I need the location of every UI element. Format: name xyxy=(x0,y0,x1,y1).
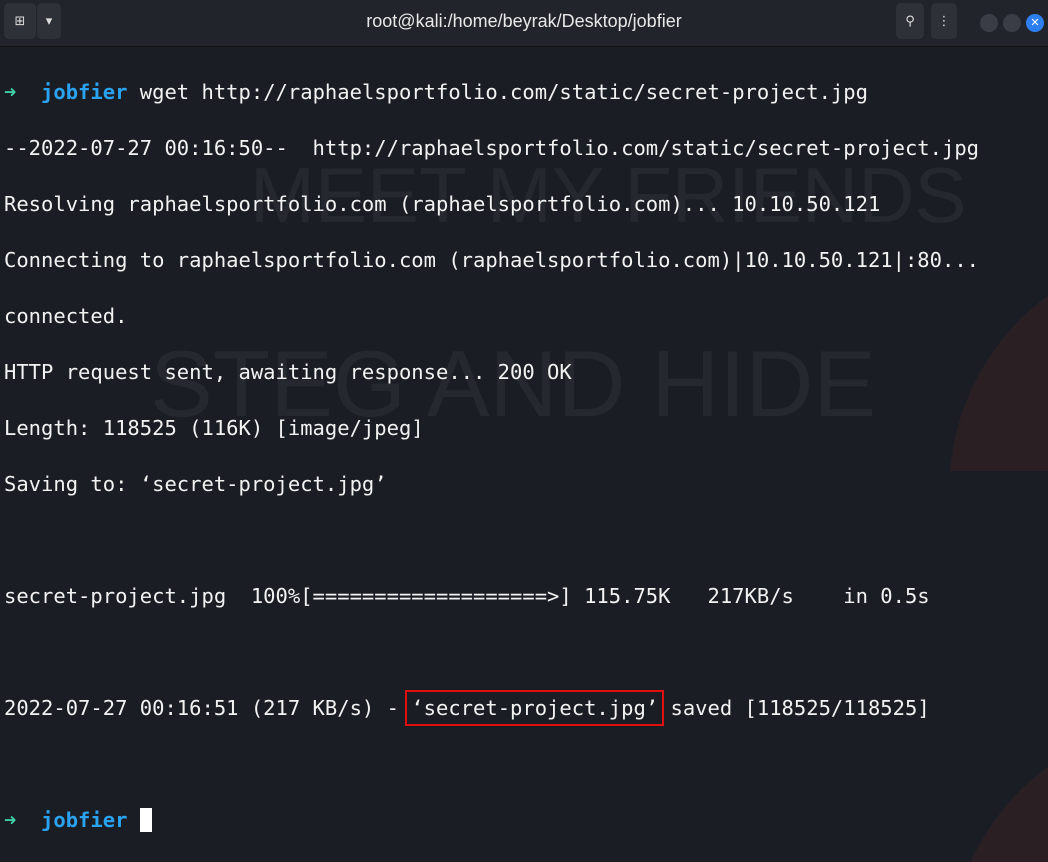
prompt-line: ➜ jobfier xyxy=(4,806,1044,834)
text-cursor xyxy=(139,808,152,832)
maximize-button[interactable] xyxy=(1003,14,1021,32)
kebab-menu-icon: ⋮ xyxy=(937,13,951,29)
output-line: connected. xyxy=(4,304,128,328)
menu-button[interactable]: ⋮ xyxy=(931,3,957,39)
prompt-dir: jobfier xyxy=(41,80,128,104)
close-button[interactable]: ✕ xyxy=(1026,14,1044,32)
saved-line: 2022-07-27 00:16:51 (217 KB/s) - ‘secret… xyxy=(4,690,1044,726)
output-line: HTTP request sent, awaiting response... … xyxy=(4,360,572,384)
progress-line: secret-project.jpg 100%[================… xyxy=(4,584,930,608)
output-line: Connecting to raphaelsportfolio.com (rap… xyxy=(4,248,980,272)
saved-prefix: 2022-07-27 00:16:51 (217 KB/s) - xyxy=(4,696,412,720)
prompt-dir: jobfier xyxy=(41,808,128,832)
saved-suffix: saved [118525/118525] xyxy=(658,696,930,720)
output-line: Resolving raphaelsportfolio.com (raphael… xyxy=(4,192,881,216)
terminal-output[interactable]: ➜ jobfier wget http://raphaelsportfolio.… xyxy=(4,50,1044,862)
prompt-arrow-icon: ➜ xyxy=(4,808,42,832)
search-icon: ⚲ xyxy=(905,13,915,29)
minimize-button[interactable] xyxy=(980,14,998,32)
window-title: root@kali:/home/beyrak/Desktop/jobfier xyxy=(366,11,682,31)
output-line: Saving to: ‘secret-project.jpg’ xyxy=(4,472,387,496)
close-icon: ✕ xyxy=(1030,16,1040,29)
search-button[interactable]: ⚲ xyxy=(896,3,924,39)
command-text: wget http://raphaelsportfolio.com/static… xyxy=(139,80,868,104)
prompt-arrow-icon: ➜ xyxy=(4,80,42,104)
title-bar: ⊞ ▾ root@kali:/home/beyrak/Desktop/jobfi… xyxy=(0,0,1048,47)
output-line: --2022-07-27 00:16:50-- http://raphaelsp… xyxy=(4,136,980,160)
highlighted-filename: ‘secret-project.jpg’ xyxy=(405,690,665,726)
command-line: ➜ jobfier wget http://raphaelsportfolio.… xyxy=(4,78,1044,106)
output-line: Length: 118525 (116K) [image/jpeg] xyxy=(4,416,424,440)
